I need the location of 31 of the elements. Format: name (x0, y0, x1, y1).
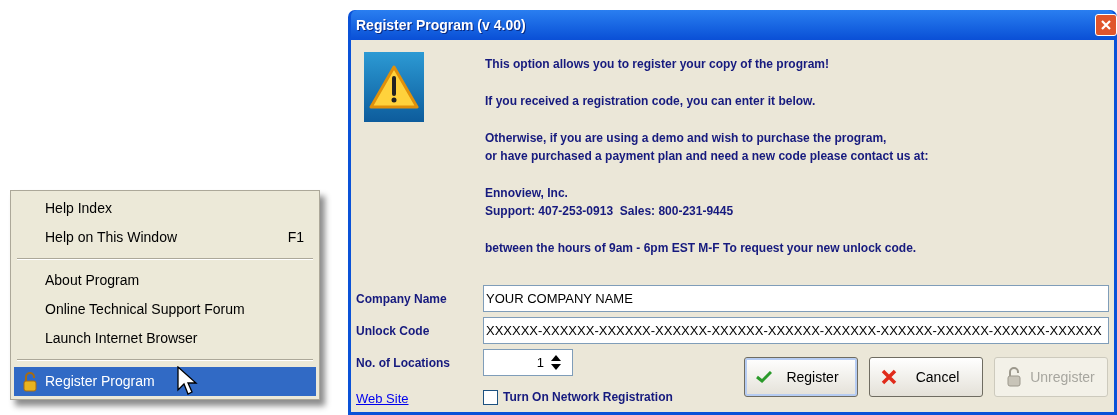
field-label: Unlock Code (356, 322, 430, 340)
mouse-pointer-icon (177, 366, 199, 398)
dialog-button[interactable]: Cancel (869, 357, 983, 397)
message-paragraph: If you received a registration code, you can enter it below. (485, 93, 817, 110)
menu-item[interactable]: Register Program (14, 367, 316, 396)
message-paragraph: Otherwise, if you are using a demo and wish to purchase the program, or have purchased a payment plan and need a new code please contact us at: (485, 130, 929, 165)
message-paragraph: This option allows you to register your copy of the program! (485, 56, 831, 73)
menu-item[interactable]: Help Index (14, 194, 316, 223)
window-title: Register Program (v 4.00) (356, 15, 526, 35)
spinner-field[interactable]: 1 (483, 349, 573, 376)
checkbox-label: Turn On Network Registration (503, 389, 673, 406)
warning-icon (369, 64, 419, 110)
field-label: No. of Locations (356, 354, 450, 372)
message-paragraph: Ennoview, Inc. Support: 407-253-0913 Sales: 800-231-9445 (485, 185, 735, 220)
message-paragraph: between the hours of 9am - 6pm EST M-F To request your new unlock code. (485, 240, 918, 257)
checkbox[interactable] (483, 389, 498, 405)
menu-item[interactable]: About Program (14, 266, 316, 295)
menu-item[interactable]: Help on This Window F1 (14, 223, 316, 252)
web-site-link[interactable]: Web Site (356, 388, 409, 408)
close-button[interactable] (1095, 14, 1117, 36)
menu-item[interactable]: Launch Internet Browser (14, 324, 316, 353)
close-icon (1100, 19, 1112, 31)
menu-item[interactable]: Online Technical Support Forum (14, 295, 316, 324)
checkmark-icon (753, 371, 775, 383)
padlock-icon (22, 371, 37, 392)
text-field[interactable]: XXXXXX-XXXXXX-XXXXXX-XXXXXX-XXXXXX-XXXXXX-XXXXXX-XXXXXX-XXXXXX-XXXXXX-XXXXXX (483, 317, 1109, 344)
shortcut-text: F1 (287, 228, 305, 247)
dialog-button[interactable]: Register (744, 357, 858, 397)
spinner-arrows-icon[interactable] (551, 355, 561, 370)
field-label: Company Name (356, 290, 447, 308)
text-field[interactable]: YOUR COMPANY NAME (483, 285, 1109, 312)
